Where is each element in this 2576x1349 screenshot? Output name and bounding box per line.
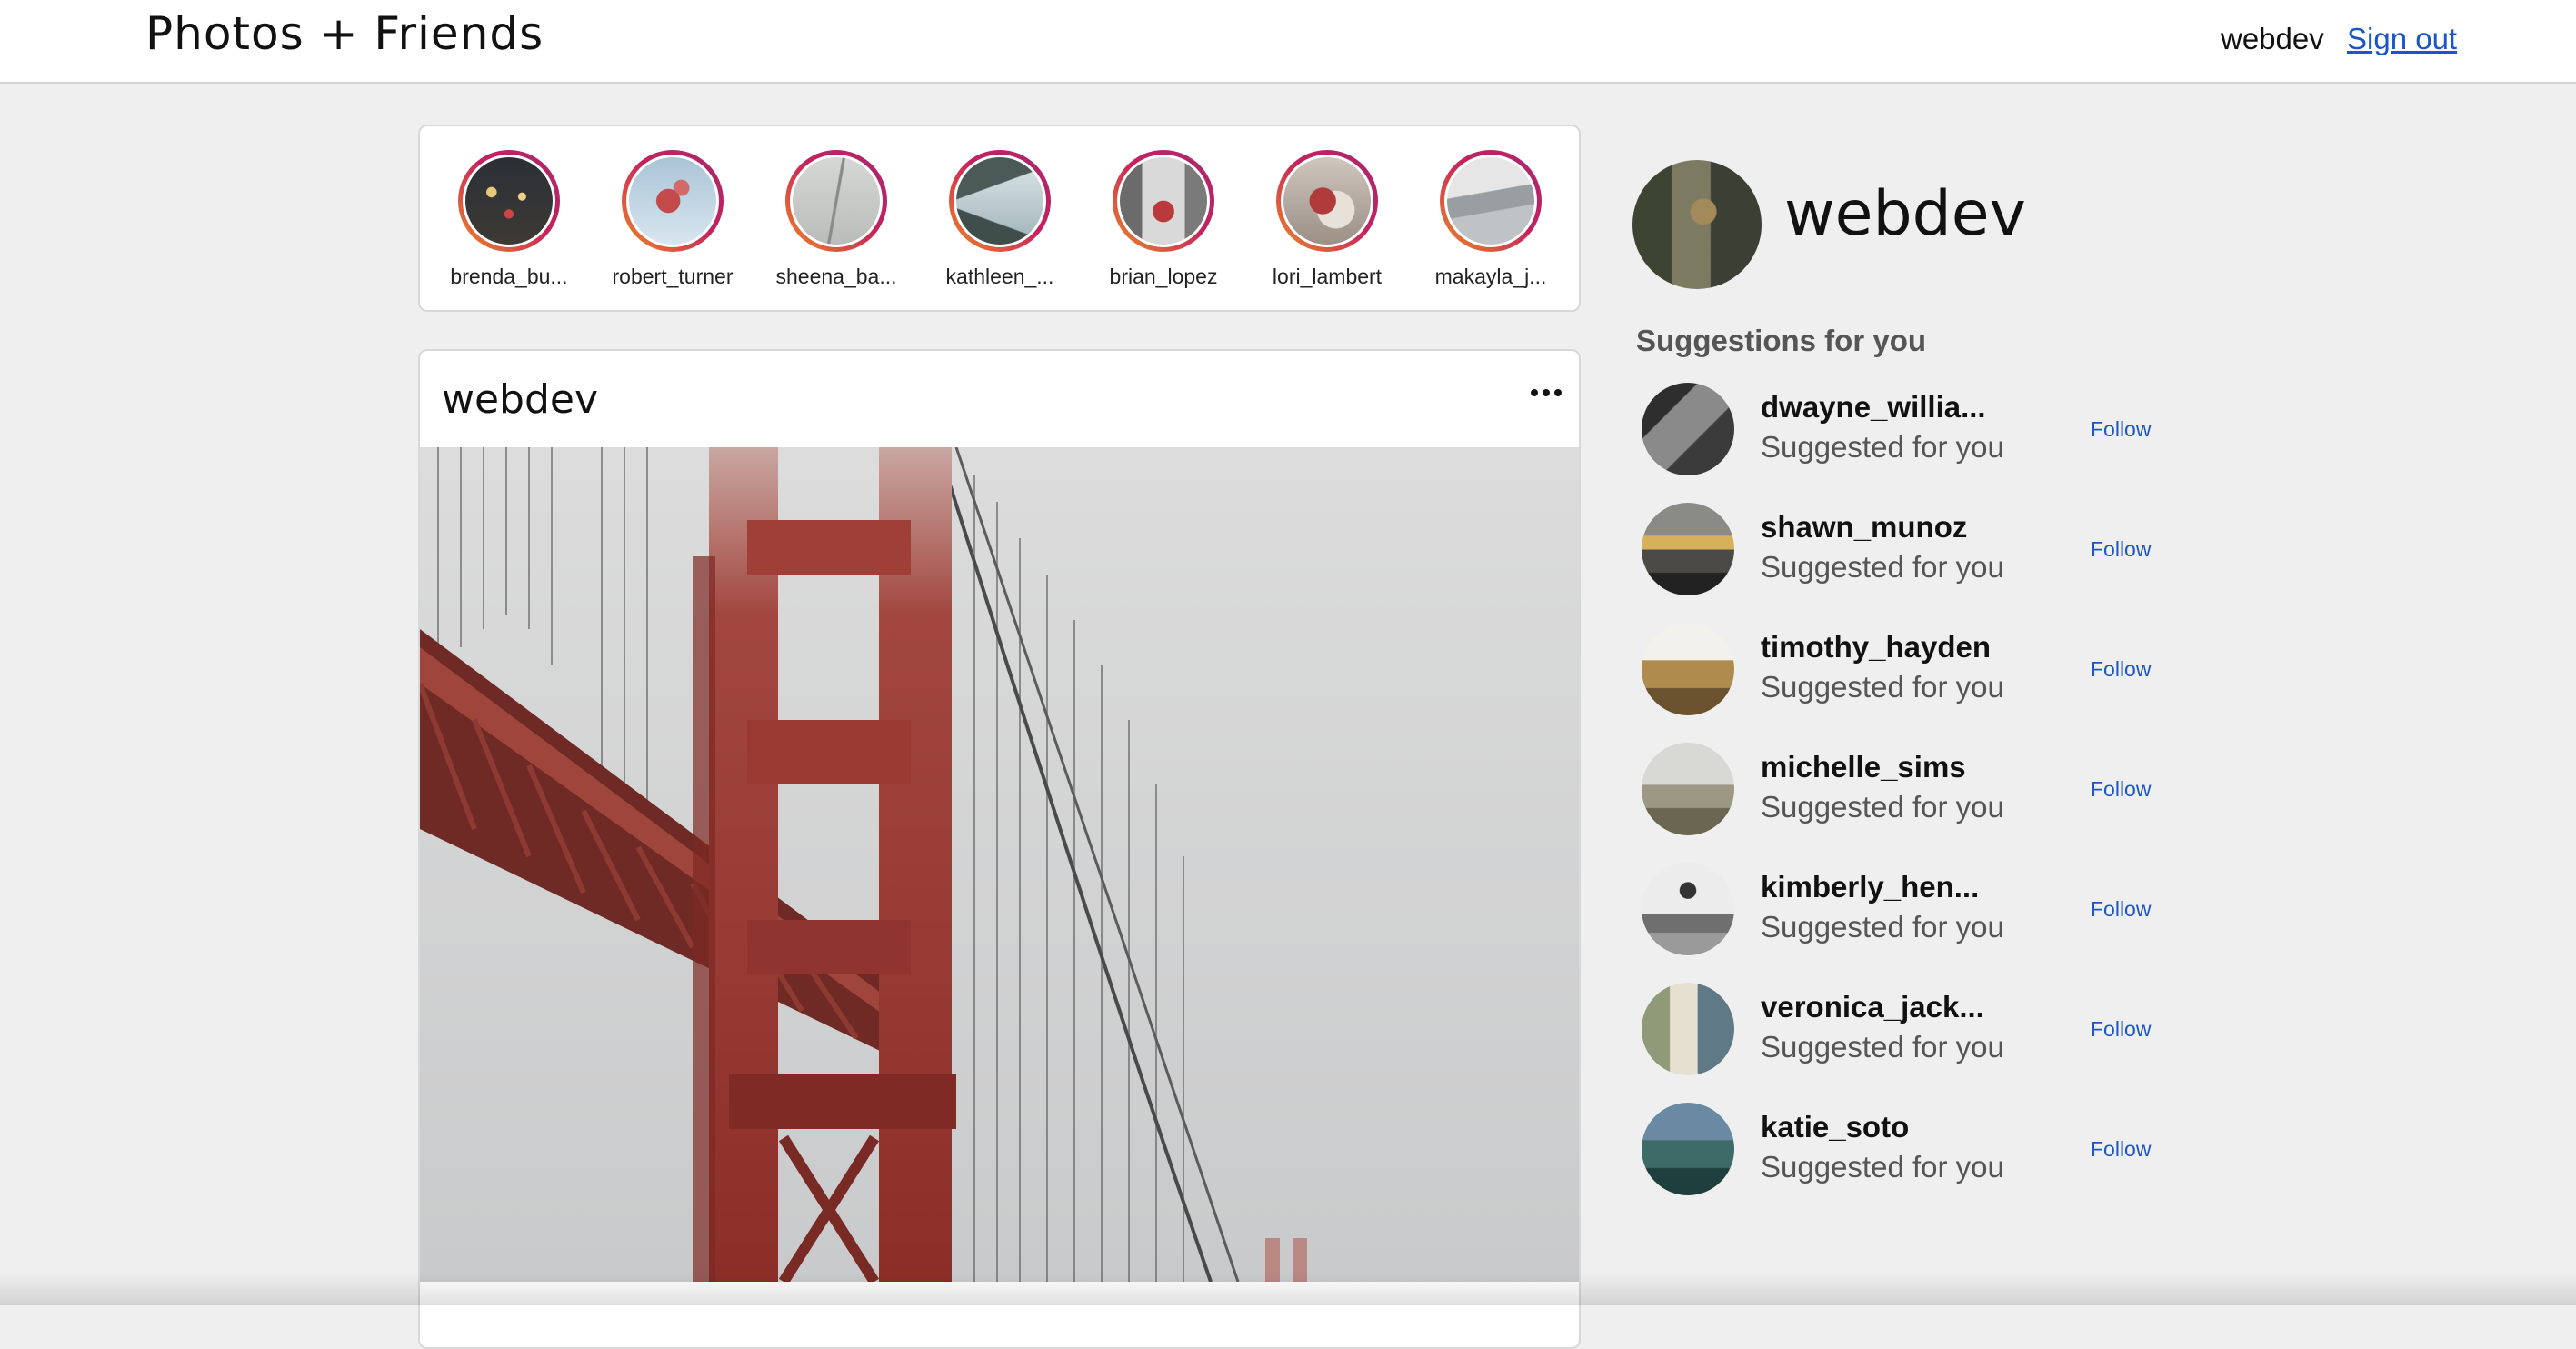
suggestion-subtitle: Suggested for you — [1761, 910, 2004, 944]
story-username: lori_lambert — [1272, 265, 1383, 288]
suggestion-username[interactable]: kimberly_hen... — [1761, 870, 1979, 904]
post-username[interactable]: webdev — [442, 376, 598, 423]
story-item[interactable]: sheena_ba... — [768, 150, 904, 289]
suggestion-username[interactable]: veronica_jack... — [1761, 990, 1984, 1024]
suggestion-username[interactable]: dwayne_willia... — [1761, 390, 1986, 425]
profile-avatar[interactable] — [1632, 160, 1762, 289]
follow-button[interactable]: Follow — [2091, 777, 2151, 802]
story-item[interactable]: brenda_bu... — [441, 150, 577, 289]
suggestion-item: shawn_munoz Suggested for you Follow — [1642, 503, 2169, 597]
story-ring — [622, 150, 724, 252]
follow-button[interactable]: Follow — [2091, 537, 2151, 562]
suggestion-avatar[interactable] — [1642, 623, 1734, 715]
suggestion-username[interactable]: timothy_hayden — [1761, 630, 1991, 665]
top-bar: Photos + Friends webdev Sign out — [0, 0, 2576, 84]
suggestion-avatar[interactable] — [1642, 863, 1734, 955]
story-item[interactable]: kathleen_... — [932, 150, 1068, 289]
suggestion-username[interactable]: shawn_munoz — [1761, 510, 1967, 545]
golden-gate-bridge-image — [420, 446, 1579, 1285]
story-ring — [1113, 150, 1214, 252]
ellipsis-icon[interactable] — [1531, 384, 1562, 402]
story-ring — [785, 150, 887, 252]
suggestion-subtitle: Suggested for you — [1761, 790, 2004, 824]
story-avatar — [1444, 155, 1537, 247]
sign-out-link[interactable]: Sign out — [2347, 22, 2457, 56]
story-username: makayla_j... — [1434, 265, 1547, 288]
suggestion-subtitle: Suggested for you — [1761, 430, 2004, 464]
story-avatar — [463, 155, 555, 247]
suggestion-subtitle: Suggested for you — [1761, 670, 2004, 704]
story-ring — [458, 150, 560, 252]
stories-bar: brenda_bu... robert_turner sheena_ba... … — [418, 125, 1581, 312]
app-title[interactable]: Photos + Friends — [145, 7, 544, 60]
story-ring — [1276, 150, 1378, 252]
suggestion-item: veronica_jack... Suggested for you Follo… — [1642, 983, 2169, 1077]
post-card: webdev — [418, 349, 1581, 1349]
suggestion-subtitle: Suggested for you — [1761, 550, 2004, 584]
follow-button[interactable]: Follow — [2091, 897, 2151, 922]
story-username: kathleen_... — [945, 265, 1054, 288]
follow-button[interactable]: Follow — [2091, 1137, 2151, 1162]
story-avatar — [954, 155, 1046, 247]
follow-button[interactable]: Follow — [2091, 1017, 2151, 1042]
story-avatar — [1117, 155, 1210, 247]
story-item[interactable]: lori_lambert — [1259, 150, 1395, 289]
suggestion-item: kimberly_hen... Suggested for you Follow — [1642, 863, 2169, 957]
suggestion-subtitle: Suggested for you — [1761, 1030, 2004, 1064]
suggestion-subtitle: Suggested for you — [1761, 1150, 2004, 1184]
story-avatar — [790, 155, 883, 247]
suggestion-avatar[interactable] — [1642, 503, 1734, 595]
story-username: sheena_ba... — [775, 265, 897, 288]
nav-username[interactable]: webdev — [2221, 22, 2324, 56]
suggestion-item: timothy_hayden Suggested for you Follow — [1642, 623, 2169, 717]
suggestion-avatar[interactable] — [1642, 983, 1734, 1075]
story-username: brian_lopez — [1109, 265, 1218, 288]
suggestions-title: Suggestions for you — [1636, 324, 1927, 357]
suggestion-username[interactable]: michelle_sims — [1761, 750, 1966, 784]
profile-username[interactable]: webdev — [1784, 178, 2026, 250]
suggestion-avatar[interactable] — [1642, 1103, 1734, 1195]
post-image — [420, 446, 1579, 1285]
suggestion-item: michelle_sims Suggested for you Follow — [1642, 743, 2169, 837]
suggestion-avatar[interactable] — [1642, 383, 1734, 475]
story-avatar — [626, 155, 719, 247]
story-avatar — [1281, 155, 1373, 247]
story-item[interactable]: robert_turner — [604, 150, 741, 289]
suggestion-item: dwayne_willia... Suggested for you Follo… — [1642, 383, 2169, 477]
suggestion-username[interactable]: katie_soto — [1761, 1110, 1909, 1144]
story-ring — [949, 150, 1051, 252]
story-item[interactable]: makayla_j... — [1423, 150, 1559, 289]
story-item[interactable]: brian_lopez — [1095, 150, 1232, 289]
story-username: robert_turner — [612, 265, 734, 288]
suggestion-item: katie_soto Suggested for you Follow — [1642, 1103, 2169, 1197]
follow-button[interactable]: Follow — [2091, 417, 2151, 442]
story-username: brenda_bu... — [450, 265, 568, 288]
follow-button[interactable]: Follow — [2091, 657, 2151, 682]
suggestion-avatar[interactable] — [1642, 743, 1734, 835]
story-ring — [1440, 150, 1542, 252]
